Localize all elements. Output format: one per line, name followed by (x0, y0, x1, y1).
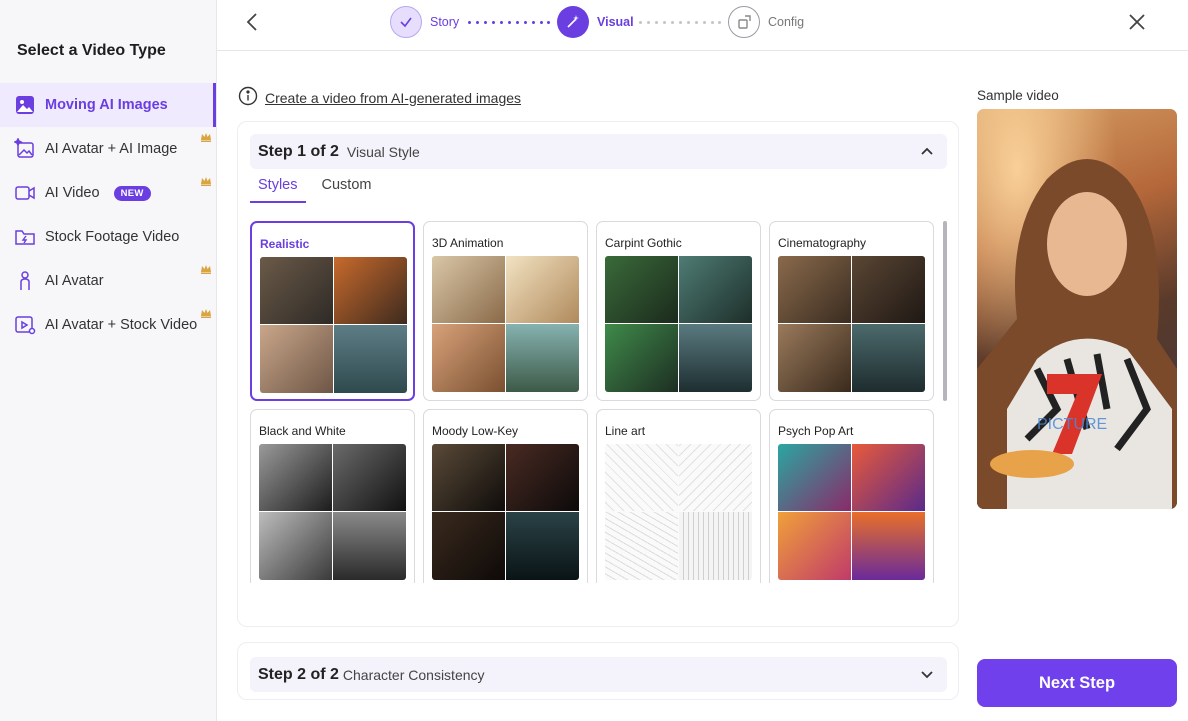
sidebar-item-stock-footage-video[interactable]: Stock Footage Video (0, 215, 216, 259)
style-name: Moody Low-Key (432, 424, 519, 438)
style-grid-scrollbar[interactable] (943, 221, 947, 401)
style-name: Realistic (260, 237, 310, 251)
sample-watermark: PICTURE (1037, 416, 1107, 433)
style-name: Carpint Gothic (605, 236, 682, 250)
sidebar-item-label: AI Avatar + Stock Video (45, 317, 198, 333)
style-tile-carpint-gothic[interactable]: Carpint Gothic (596, 221, 761, 401)
style-name: Line art (605, 424, 646, 438)
style-tile-realistic[interactable]: Realistic (250, 221, 415, 401)
sidebar-item-ai-video[interactable]: AI Video NEW (0, 171, 216, 215)
step-connector (468, 21, 550, 24)
sample-video-frame: PICTURE (977, 109, 1177, 509)
style-grid: Realistic 3D Animation Carpint Gothic Ci… (250, 221, 940, 583)
play-avatar-icon (14, 314, 36, 336)
step-config-icon[interactable] (728, 6, 760, 38)
style-tile-3d-animation[interactable]: 3D Animation (423, 221, 588, 401)
step2-header[interactable]: Step 2 of 2 Character Consistency (250, 657, 947, 692)
style-name: Psych Pop Art (778, 424, 854, 438)
sidebar-item-ai-avatar-stock-video[interactable]: AI Avatar + Stock Video (0, 303, 216, 347)
step-visual-wand-icon[interactable] (557, 6, 589, 38)
style-tile-psych-pop-art[interactable]: Psych Pop Art (769, 409, 934, 583)
style-name: 3D Animation (432, 236, 504, 250)
sidebar-item-label: AI Avatar + AI Image (45, 141, 178, 157)
style-thumbnail (432, 256, 579, 392)
folder-bolt-icon (14, 226, 36, 248)
style-thumbnail (605, 256, 752, 392)
style-thumbnail (260, 257, 407, 393)
style-thumbnail (432, 444, 579, 580)
step1-header[interactable]: Step 1 of 2 Visual Style (250, 134, 947, 169)
style-thumbnail (778, 444, 925, 580)
sidebar-title: Select a Video Type (17, 42, 166, 59)
step1-number: Step 1 of 2 (258, 142, 339, 160)
tab-custom[interactable]: Custom (314, 177, 380, 203)
step-connector (639, 21, 721, 24)
sidebar-item-ai-avatar[interactable]: AI Avatar (0, 259, 216, 303)
crown-icon (200, 131, 212, 143)
sidebar: Select a Video Type Moving AI Images AI … (0, 0, 217, 721)
crown-icon (200, 263, 212, 275)
style-thumbnail (605, 444, 752, 580)
step-story-check-icon[interactable] (390, 6, 422, 38)
style-tile-black-and-white[interactable]: Black and White (250, 409, 415, 583)
sample-video-player[interactable]: PICTURE (977, 109, 1177, 509)
stepper-bar: Story Visual Config (217, 0, 1188, 51)
info-row: Create a video from AI-generated images (238, 86, 521, 109)
person-icon (14, 270, 36, 292)
style-tile-cinematography[interactable]: Cinematography (769, 221, 934, 401)
style-name: Black and White (259, 424, 346, 438)
close-icon[interactable] (1125, 10, 1149, 34)
video-camera-icon (14, 182, 36, 204)
image-icon (14, 94, 36, 116)
crown-icon (200, 175, 212, 187)
sidebar-item-ai-avatar-ai-image[interactable]: AI Avatar + AI Image (0, 127, 216, 171)
sidebar-item-moving-ai-images[interactable]: Moving AI Images (0, 83, 216, 127)
style-name: Cinematography (778, 236, 867, 250)
chevron-down-icon[interactable] (919, 666, 935, 682)
step2-number: Step 2 of 2 (258, 665, 339, 683)
step1-card: Step 1 of 2 Visual Style Styles Custom R… (237, 121, 959, 627)
back-arrow-icon[interactable] (241, 10, 265, 34)
step-config-label: Config (768, 15, 805, 29)
tab-styles[interactable]: Styles (250, 177, 306, 203)
chevron-up-icon[interactable] (919, 143, 935, 159)
sidebar-item-label: Stock Footage Video (45, 229, 180, 245)
step2-card: Step 2 of 2 Character Consistency (237, 642, 959, 700)
step-story-label: Story (430, 15, 460, 29)
sample-video-label: Sample video (977, 88, 1059, 103)
sidebar-item-label: AI Video (45, 185, 100, 201)
info-icon (238, 86, 258, 109)
next-step-button[interactable]: Next Step (977, 659, 1177, 707)
step-visual-label: Visual (597, 15, 634, 29)
style-tile-line-art[interactable]: Line art (596, 409, 761, 583)
style-tile-moody-low-key[interactable]: Moody Low-Key (423, 409, 588, 583)
crown-icon (200, 307, 212, 319)
sidebar-item-label: Moving AI Images (45, 97, 168, 113)
new-badge: NEW (113, 185, 151, 201)
create-video-link[interactable]: Create a video from AI-generated images (265, 90, 521, 106)
style-thumbnail (778, 256, 925, 392)
step2-title: Character Consistency (342, 666, 485, 683)
style-tabs: Styles Custom (250, 177, 387, 203)
style-thumbnail (259, 444, 406, 580)
step1-title: Visual Style (346, 143, 420, 160)
sidebar-item-label: AI Avatar (45, 273, 104, 289)
sparkle-image-icon (14, 138, 36, 160)
